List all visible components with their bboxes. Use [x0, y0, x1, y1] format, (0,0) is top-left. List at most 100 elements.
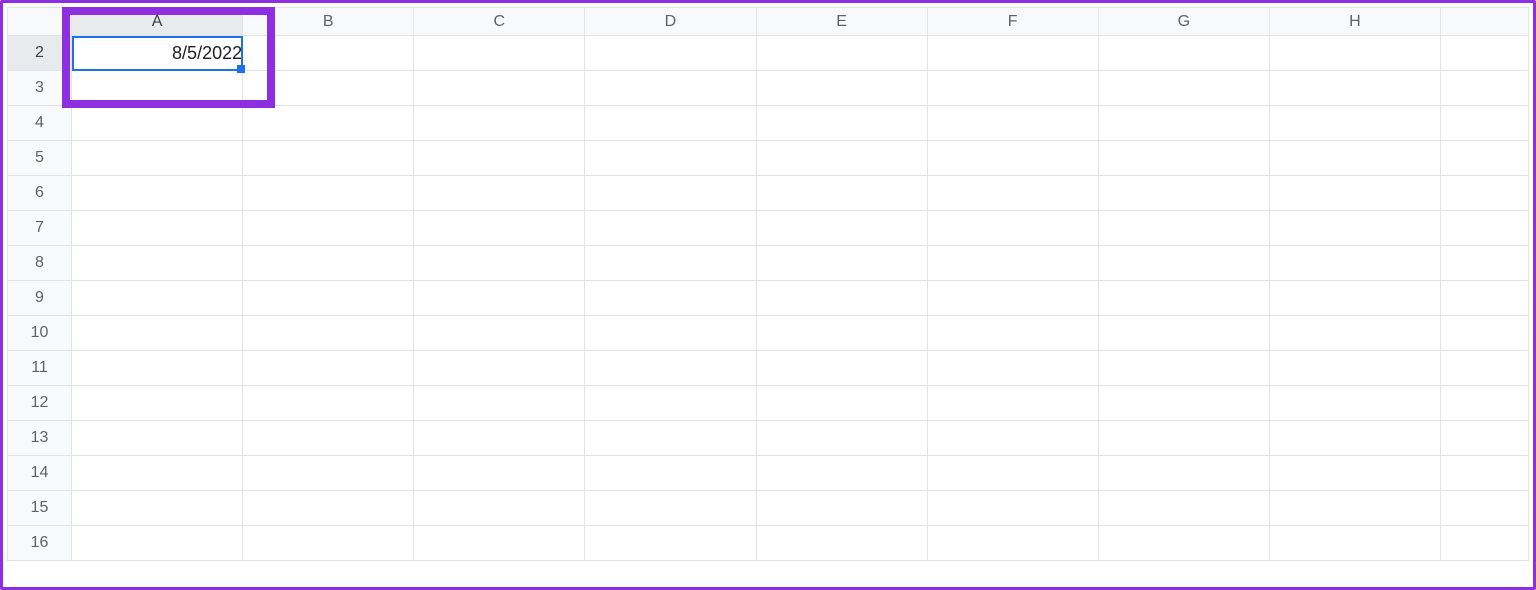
cell[interactable] — [414, 141, 585, 176]
cell[interactable] — [1269, 246, 1440, 281]
cell[interactable] — [927, 351, 1098, 386]
cell[interactable] — [72, 106, 243, 141]
cell[interactable] — [585, 211, 756, 246]
cell[interactable] — [1269, 316, 1440, 351]
cell[interactable] — [72, 211, 243, 246]
row-header-11[interactable]: 11 — [8, 351, 72, 386]
cell[interactable] — [927, 246, 1098, 281]
cell[interactable] — [927, 386, 1098, 421]
cell[interactable] — [243, 526, 414, 561]
cell[interactable] — [1098, 36, 1269, 71]
cell[interactable] — [585, 36, 756, 71]
column-header-G[interactable]: G — [1098, 8, 1269, 36]
cell[interactable] — [756, 106, 927, 141]
cell[interactable] — [756, 351, 927, 386]
cell[interactable] — [927, 211, 1098, 246]
cell[interactable] — [585, 176, 756, 211]
cell[interactable] — [585, 491, 756, 526]
column-header-F[interactable]: F — [927, 8, 1098, 36]
cell[interactable] — [1269, 211, 1440, 246]
cell[interactable] — [72, 71, 243, 106]
cell[interactable] — [243, 281, 414, 316]
cell[interactable] — [1269, 456, 1440, 491]
cell[interactable] — [1098, 71, 1269, 106]
cell[interactable] — [414, 176, 585, 211]
cell[interactable] — [1441, 351, 1529, 386]
cell[interactable] — [585, 351, 756, 386]
spreadsheet-grid[interactable]: A B C D E F G H 28/5/2022345678910111213… — [7, 7, 1529, 583]
cell[interactable] — [585, 106, 756, 141]
cell[interactable] — [414, 386, 585, 421]
cell[interactable] — [414, 456, 585, 491]
cell[interactable] — [1269, 386, 1440, 421]
cell[interactable] — [585, 421, 756, 456]
cell[interactable] — [1269, 526, 1440, 561]
cell[interactable] — [1269, 36, 1440, 71]
cell[interactable] — [72, 176, 243, 211]
cell[interactable] — [1098, 176, 1269, 211]
cell[interactable] — [1441, 71, 1529, 106]
cell[interactable] — [927, 526, 1098, 561]
cell[interactable] — [756, 71, 927, 106]
cell[interactable] — [927, 106, 1098, 141]
cell[interactable] — [414, 246, 585, 281]
cell[interactable] — [243, 36, 414, 71]
cell[interactable] — [243, 246, 414, 281]
row-header-8[interactable]: 8 — [8, 246, 72, 281]
cell[interactable] — [1269, 281, 1440, 316]
cell[interactable] — [927, 71, 1098, 106]
row-header-12[interactable]: 12 — [8, 386, 72, 421]
cell[interactable] — [927, 456, 1098, 491]
cell[interactable] — [1441, 211, 1529, 246]
cell[interactable] — [1441, 456, 1529, 491]
cell[interactable] — [1441, 491, 1529, 526]
active-cell[interactable]: 8/5/2022 — [72, 36, 243, 71]
cell[interactable] — [1269, 71, 1440, 106]
cell[interactable] — [585, 386, 756, 421]
cell[interactable] — [1098, 316, 1269, 351]
row-header-13[interactable]: 13 — [8, 421, 72, 456]
cell[interactable] — [1441, 386, 1529, 421]
cell[interactable] — [243, 176, 414, 211]
row-header-9[interactable]: 9 — [8, 281, 72, 316]
cell[interactable] — [243, 491, 414, 526]
cell[interactable] — [1098, 211, 1269, 246]
cell[interactable] — [756, 36, 927, 71]
cell[interactable] — [927, 421, 1098, 456]
cell[interactable] — [1441, 316, 1529, 351]
cell[interactable] — [243, 71, 414, 106]
cell[interactable] — [1441, 176, 1529, 211]
cell[interactable] — [756, 456, 927, 491]
cell[interactable] — [585, 316, 756, 351]
cell[interactable] — [585, 526, 756, 561]
cell[interactable] — [414, 491, 585, 526]
cell[interactable] — [1098, 456, 1269, 491]
cell[interactable] — [1098, 351, 1269, 386]
cell[interactable] — [1441, 281, 1529, 316]
cell[interactable] — [927, 281, 1098, 316]
cell[interactable] — [72, 421, 243, 456]
column-header-A[interactable]: A — [72, 8, 243, 36]
cell[interactable] — [1269, 141, 1440, 176]
cell[interactable] — [414, 211, 585, 246]
row-header-15[interactable]: 15 — [8, 491, 72, 526]
cell[interactable] — [414, 316, 585, 351]
cell[interactable] — [243, 211, 414, 246]
column-header-E[interactable]: E — [756, 8, 927, 36]
cell[interactable] — [585, 456, 756, 491]
cell[interactable] — [1098, 386, 1269, 421]
cell[interactable] — [1269, 421, 1440, 456]
cell[interactable] — [243, 316, 414, 351]
cell[interactable] — [927, 316, 1098, 351]
cell[interactable] — [585, 246, 756, 281]
cell[interactable] — [1098, 141, 1269, 176]
column-header-D[interactable]: D — [585, 8, 756, 36]
cell[interactable] — [72, 141, 243, 176]
cell[interactable] — [72, 281, 243, 316]
cell[interactable] — [585, 141, 756, 176]
cell[interactable] — [756, 421, 927, 456]
cell[interactable] — [414, 106, 585, 141]
row-header-5[interactable]: 5 — [8, 141, 72, 176]
cell[interactable] — [756, 281, 927, 316]
cell[interactable] — [1098, 491, 1269, 526]
